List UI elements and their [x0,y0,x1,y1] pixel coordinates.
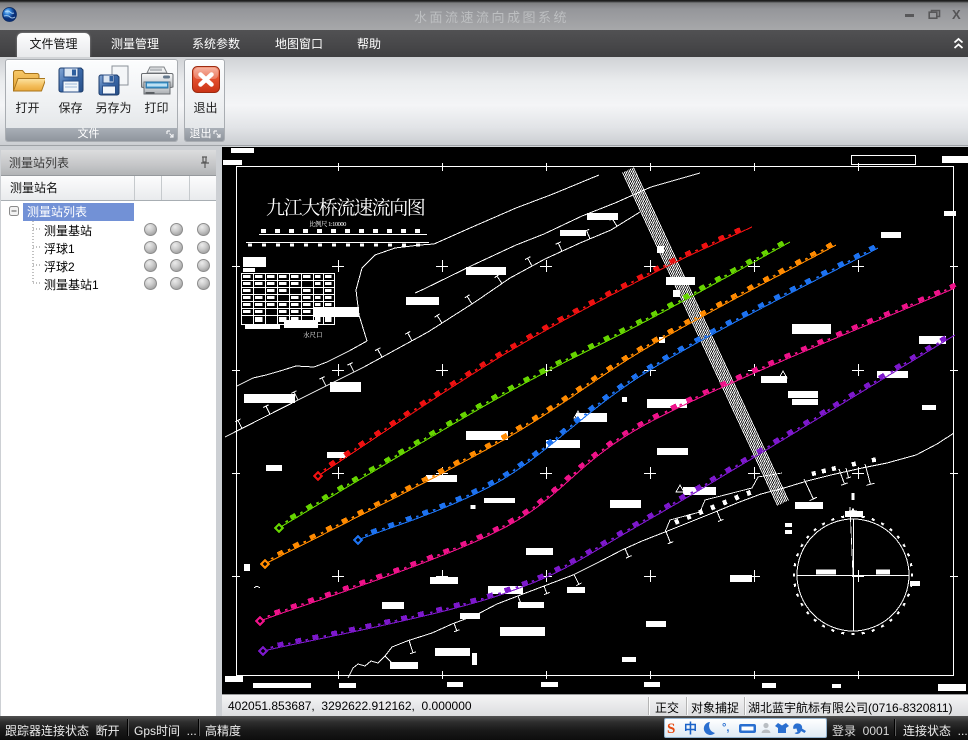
svg-text:比例尺 1:10000: 比例尺 1:10000 [309,219,346,228]
svg-text:水尺口: 水尺口 [303,330,323,339]
svg-text:九江大桥流速流向图: 九江大桥流速流向图 [266,193,425,220]
svg-text:中: 中 [684,719,697,737]
svg-text:°,: °, [722,722,729,734]
svg-text:S: S [667,721,675,737]
